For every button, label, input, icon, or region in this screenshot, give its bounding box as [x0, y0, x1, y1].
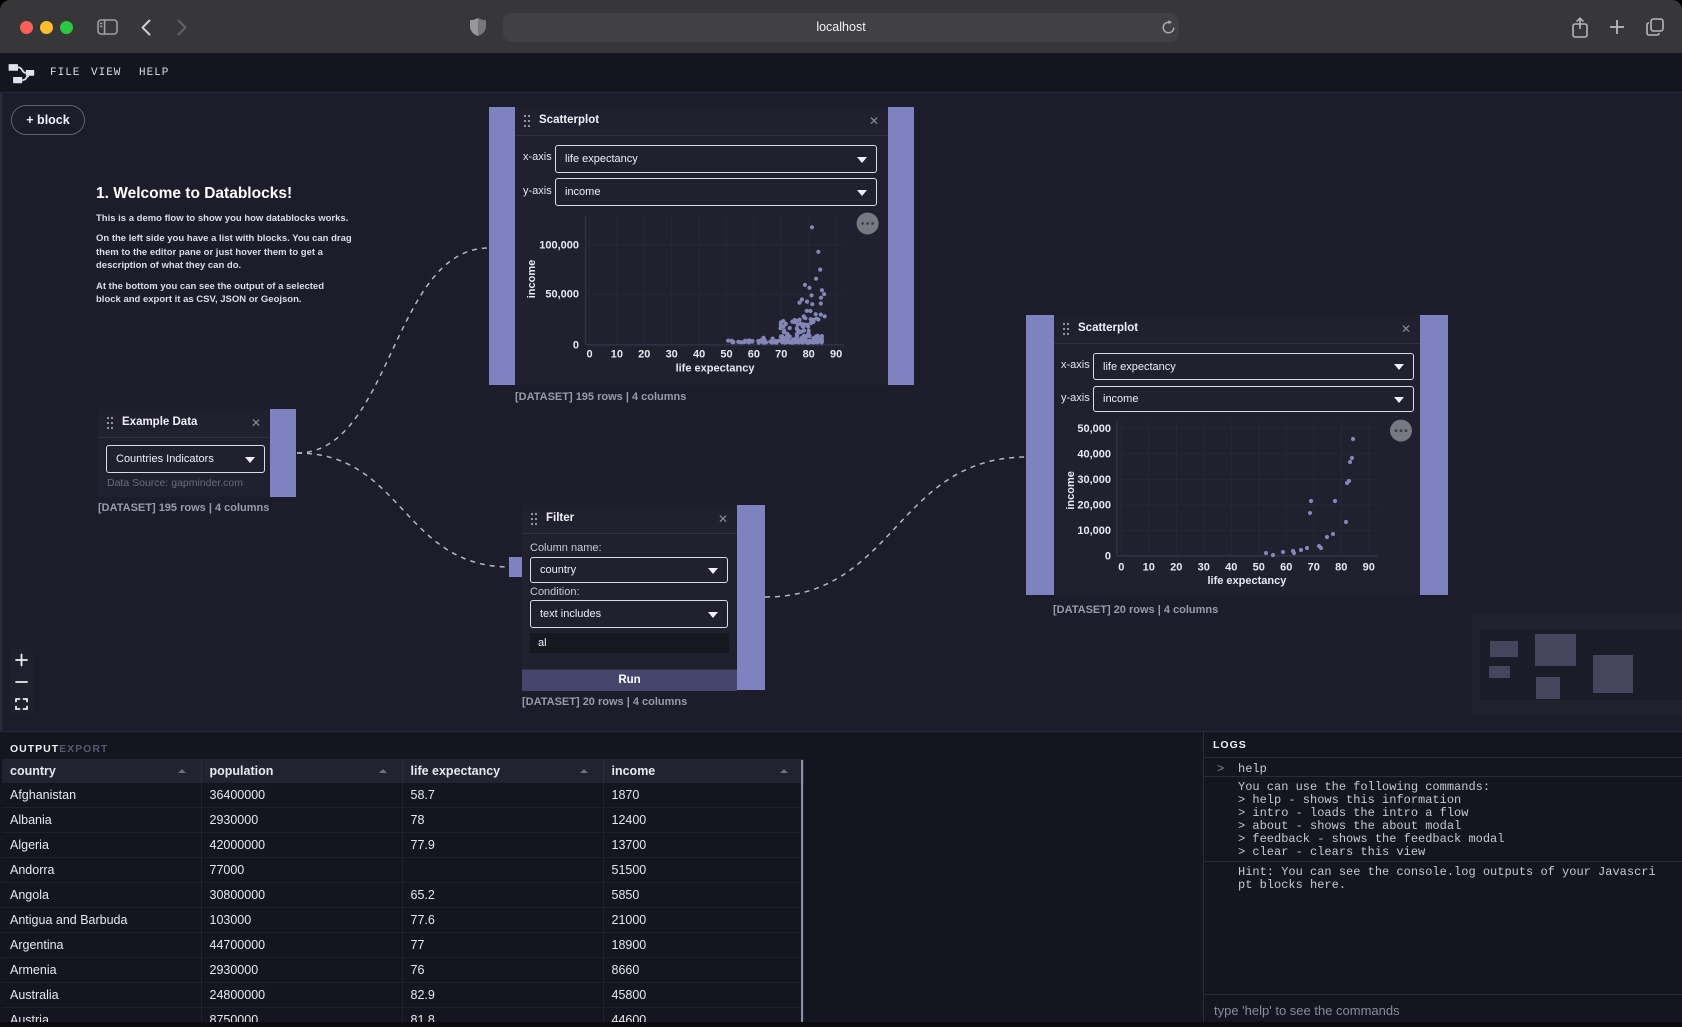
svg-text:60: 60 — [1280, 561, 1292, 573]
svg-text:40,000: 40,000 — [1077, 448, 1111, 460]
svg-text:0: 0 — [586, 349, 592, 361]
svg-text:20,000: 20,000 — [1077, 499, 1111, 511]
svg-text:90: 90 — [1363, 561, 1375, 573]
svg-text:40: 40 — [1225, 561, 1237, 573]
svg-text:80: 80 — [1335, 561, 1347, 573]
svg-text:10: 10 — [611, 349, 623, 361]
svg-text:80: 80 — [803, 349, 815, 361]
svg-text:0: 0 — [1105, 550, 1111, 562]
svg-text:income: income — [526, 260, 538, 299]
svg-text:90: 90 — [830, 349, 842, 361]
svg-text:20: 20 — [638, 349, 650, 361]
svg-text:70: 70 — [1308, 561, 1320, 573]
svg-text:30: 30 — [666, 349, 678, 361]
svg-text:10,000: 10,000 — [1077, 525, 1111, 537]
svg-text:life expectancy: life expectancy — [1207, 575, 1287, 587]
svg-text:0: 0 — [1118, 561, 1124, 573]
svg-text:60: 60 — [748, 349, 760, 361]
svg-text:30,000: 30,000 — [1077, 474, 1111, 486]
svg-text:50: 50 — [1253, 561, 1265, 573]
svg-text:income: income — [1065, 471, 1077, 510]
svg-text:100,000: 100,000 — [539, 240, 579, 252]
svg-text:50,000: 50,000 — [545, 289, 579, 301]
svg-text:50: 50 — [720, 349, 732, 361]
svg-text:10: 10 — [1143, 561, 1155, 573]
svg-text:40: 40 — [693, 349, 705, 361]
svg-text:life expectancy: life expectancy — [676, 363, 756, 375]
svg-text:20: 20 — [1170, 561, 1182, 573]
svg-text:50,000: 50,000 — [1077, 423, 1111, 435]
svg-text:70: 70 — [775, 349, 787, 361]
svg-text:0: 0 — [573, 339, 579, 351]
svg-text:30: 30 — [1198, 561, 1210, 573]
